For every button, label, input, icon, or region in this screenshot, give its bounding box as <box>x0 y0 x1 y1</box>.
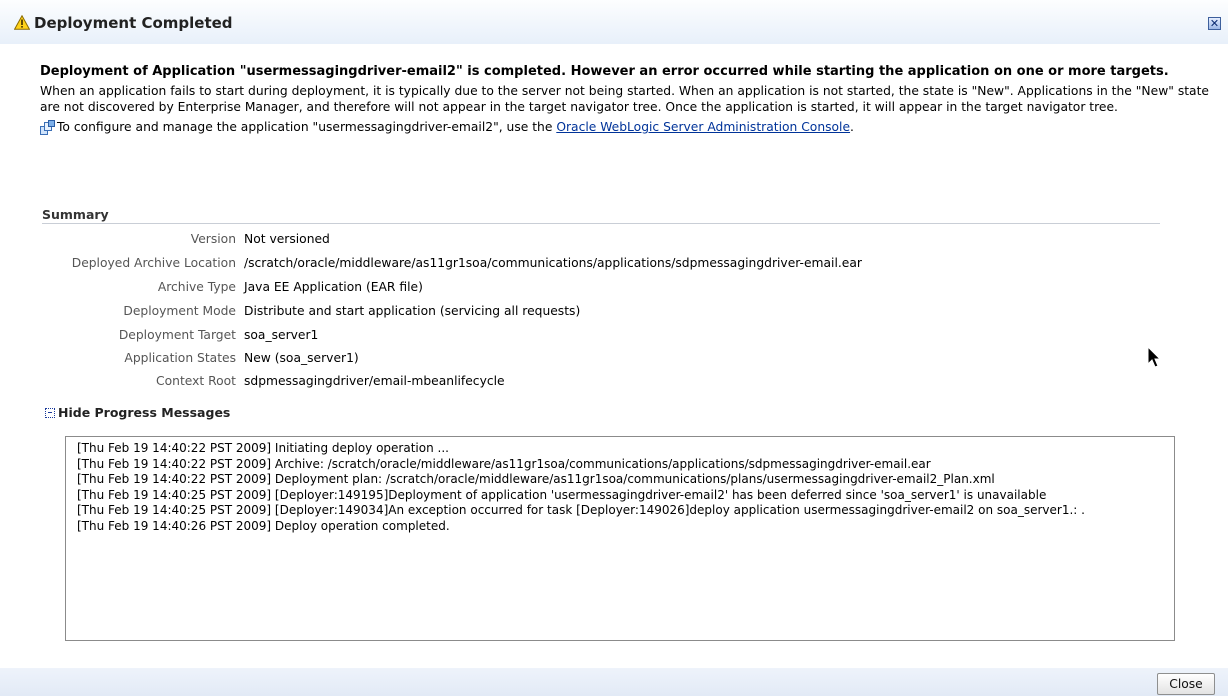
dialog-title-bar: Deployment Completed ✕ <box>0 0 1228 44</box>
summary-value: New (soa_server1) <box>244 351 359 365</box>
summary-label: Deployment Target <box>118 328 236 342</box>
deployment-headline: Deployment of Application "usermessaging… <box>40 64 1169 79</box>
log-line: [Thu Feb 19 14:40:25 PST 2009] [Deployer… <box>77 503 1085 517</box>
dialog-footer: Close <box>0 668 1228 696</box>
summary-row-archive-type: Archive Type Java EE Application (EAR fi… <box>0 278 1228 296</box>
hide-progress-toggle[interactable]: Hide Progress Messages <box>45 405 230 420</box>
log-line: [Thu Feb 19 14:40:22 PST 2009] Deploymen… <box>77 472 995 486</box>
summary-value: Not versioned <box>244 232 330 246</box>
log-line: [Thu Feb 19 14:40:26 PST 2009] Deploy op… <box>77 518 450 533</box>
summary-label: Deployed Archive Location <box>71 256 236 270</box>
configure-text: To configure and manage the application … <box>57 120 557 134</box>
summary-value: /scratch/oracle/middleware/as11gr1soa/co… <box>244 256 862 270</box>
summary-row-application-states: Application States New (soa_server1) <box>0 349 1228 367</box>
summary-row-context-root: Context Root sdpmessagingdriver/email-mb… <box>0 372 1228 390</box>
close-icon[interactable]: ✕ <box>1208 17 1221 30</box>
summary-header: Summary <box>42 207 1160 224</box>
progress-log[interactable]: [Thu Feb 19 14:40:22 PST 2009] Initiatin… <box>65 436 1175 641</box>
summary-label: Application States <box>124 351 236 365</box>
summary-value: Distribute and start application (servic… <box>244 304 581 318</box>
summary-row-version: Version Not versioned <box>0 230 1228 248</box>
summary-label: Deployment Mode <box>123 304 236 318</box>
dialog-title: Deployment Completed <box>34 14 233 32</box>
deployment-description: When an application fails to start durin… <box>40 84 1209 114</box>
collapse-icon <box>45 407 55 418</box>
summary-label: Archive Type <box>157 280 236 294</box>
summary-label: Version <box>190 232 236 246</box>
summary-row-archive-location: Deployed Archive Location /scratch/oracl… <box>0 254 1228 272</box>
application-console-icon <box>40 120 55 135</box>
configure-suffix: . <box>850 120 854 134</box>
summary-row-deployment-target: Deployment Target soa_server1 <box>0 326 1228 344</box>
summary-value: sdpmessagingdriver/email-mbeanlifecycle <box>244 374 505 388</box>
log-line: [Thu Feb 19 14:40:22 PST 2009] Archive: … <box>77 456 931 471</box>
summary-label: Context Root <box>156 374 236 388</box>
hide-progress-label: Hide Progress Messages <box>58 405 231 420</box>
mouse-pointer-icon <box>1147 346 1162 368</box>
summary-value: Java EE Application (EAR file) <box>244 280 423 294</box>
message-area: Deployment of Application "usermessaging… <box>40 64 1215 136</box>
summary-value: soa_server1 <box>244 328 319 342</box>
warning-icon <box>14 15 30 30</box>
summary-row-deployment-mode: Deployment Mode Distribute and start app… <box>0 302 1228 320</box>
close-button[interactable]: Close <box>1157 673 1215 695</box>
weblogic-console-link[interactable]: Oracle WebLogic Server Administration Co… <box>556 120 850 134</box>
log-line: [Thu Feb 19 14:40:25 PST 2009] [Deployer… <box>77 487 1047 502</box>
configure-line: To configure and manage the application … <box>40 120 1215 136</box>
log-line: [Thu Feb 19 14:40:22 PST 2009] Initiatin… <box>77 441 449 455</box>
